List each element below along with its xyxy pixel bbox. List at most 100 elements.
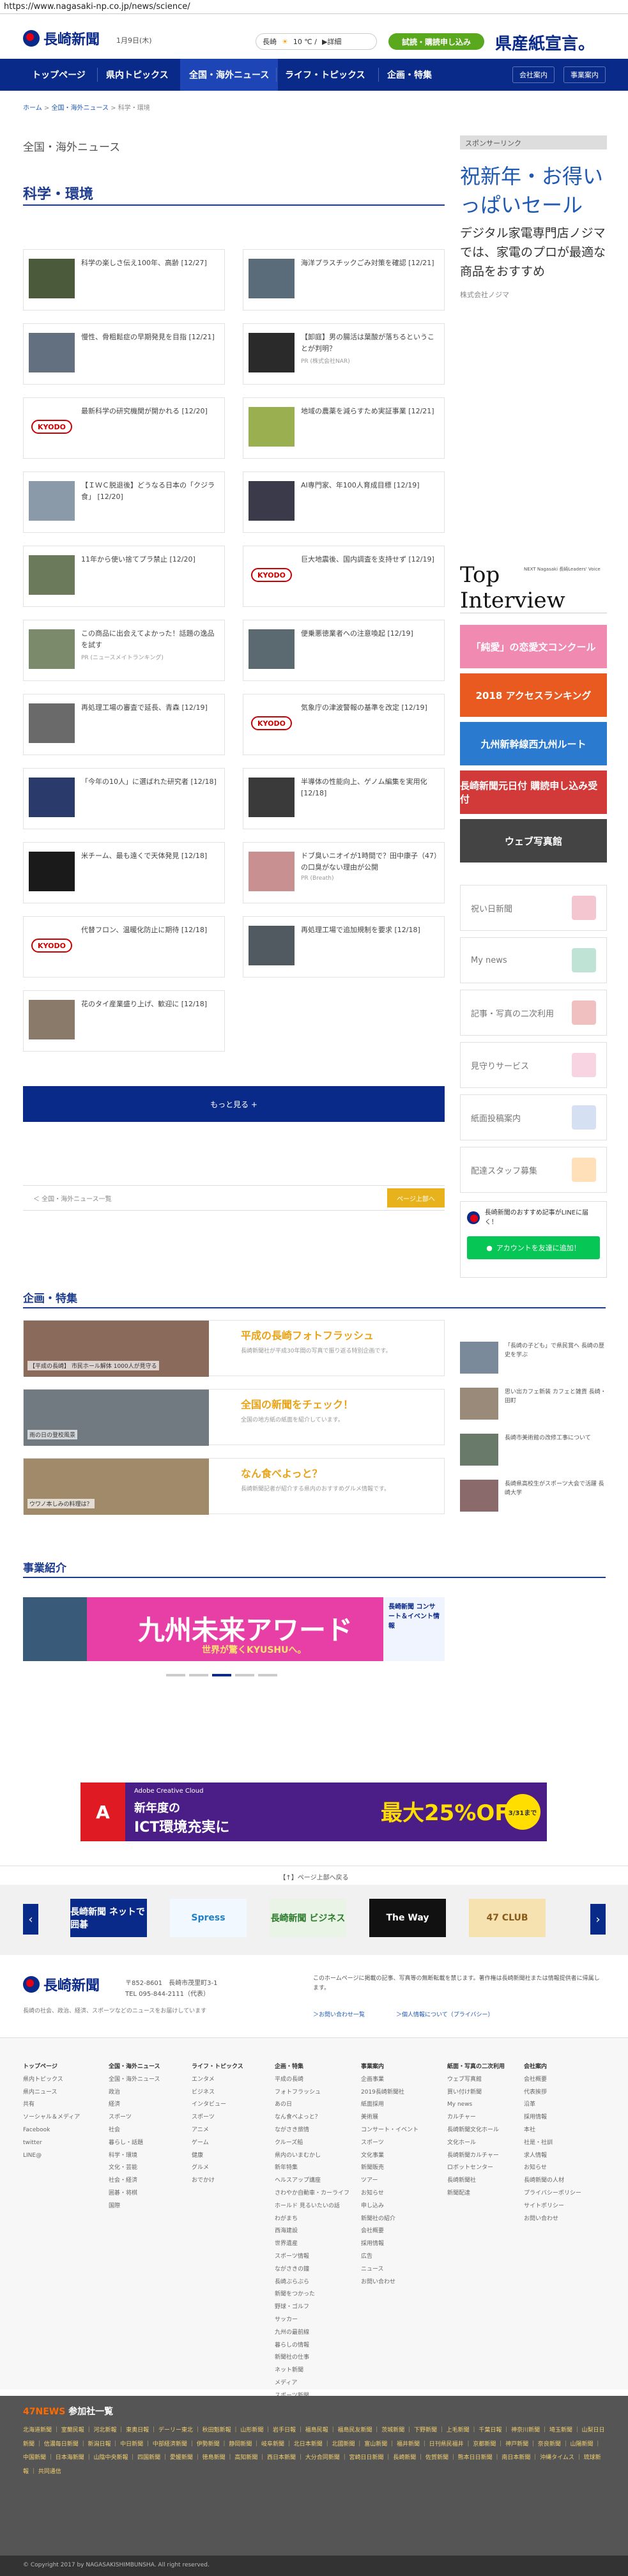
- feature-image[interactable]: 【平成の長崎】 市民ホール解体 1000人が見守る: [24, 1321, 209, 1377]
- feature-title[interactable]: なん食べよっと？: [241, 1465, 323, 1480]
- footer-link[interactable]: クルーズ船: [275, 2137, 349, 2150]
- footer-link[interactable]: 紙面採用: [361, 2099, 418, 2112]
- mini-thumbnail[interactable]: [460, 1342, 498, 1374]
- footer-link[interactable]: ツアー: [361, 2175, 418, 2188]
- sidebar-ad[interactable]: スポンサーリンク 祝新年・お得いっぱいセール デジタル家電専門店ノジマでは、家電…: [460, 135, 607, 300]
- footer-logo[interactable]: 長崎新聞: [23, 1974, 100, 1995]
- footer-link[interactable]: 平成の長崎: [275, 2074, 349, 2087]
- breadcrumb-home[interactable]: ホーム: [23, 105, 42, 112]
- footer-link[interactable]: 長崎新聞の人材: [524, 2175, 581, 2188]
- footer-link[interactable]: 新聞社の仕事: [275, 2352, 349, 2365]
- nav-life-topics[interactable]: ライフ・トピックス: [276, 59, 374, 91]
- article-thumbnail[interactable]: KYODO: [29, 926, 75, 965]
- footer-link[interactable]: 暮らしの情報: [275, 2340, 349, 2352]
- footer-link[interactable]: ながさきの鐘: [275, 2264, 349, 2276]
- footer-column-head[interactable]: 紙面・写真の二次利用: [447, 2061, 505, 2074]
- footer-link[interactable]: ネット新聞: [275, 2365, 349, 2377]
- partner-logo[interactable]: 長崎新聞 ビジネス: [270, 1899, 346, 1937]
- footer-link[interactable]: あの日: [275, 2099, 349, 2112]
- dot[interactable]: [166, 1674, 185, 1676]
- article-card[interactable]: ドブ臭いニオイが1時間で？田中康子（47）の口臭がない理由が公開 PR (Brea…: [243, 842, 445, 903]
- article-card[interactable]: 11年から使い捨てプラ禁止 [12/20]: [23, 546, 225, 607]
- footer-link[interactable]: 会社概要: [361, 2225, 418, 2238]
- mini-thumbnail[interactable]: [460, 1388, 498, 1420]
- article-title[interactable]: 慢性、骨粗鬆症の早期発見を目指 [12/21]: [81, 329, 215, 343]
- article-title[interactable]: 11年から使い捨てプラ禁止 [12/20]: [81, 551, 195, 565]
- footer-link[interactable]: 2019長崎新聞社: [361, 2087, 418, 2099]
- dot[interactable]: [189, 1674, 208, 1676]
- footer-link[interactable]: 買い付け新聞: [447, 2087, 505, 2099]
- footer-link[interactable]: ニュース: [361, 2264, 418, 2276]
- footer-link[interactable]: メディア: [275, 2377, 349, 2390]
- article-thumbnail[interactable]: [249, 852, 295, 891]
- article-card[interactable]: KYODO 巨大地震後、国内調査を支持せず [12/19]: [243, 546, 445, 607]
- footer-link[interactable]: 新聞配達: [447, 2188, 505, 2200]
- article-thumbnail[interactable]: [29, 1000, 75, 1039]
- header-banner[interactable]: 県産紙宣言。: [495, 31, 595, 54]
- article-thumbnail[interactable]: [29, 481, 75, 521]
- footer-link[interactable]: お問い合わせ: [524, 2213, 581, 2226]
- footer-link[interactable]: 新聞社の紹介: [361, 2213, 418, 2226]
- carousel-next-arrow-icon[interactable]: ›: [590, 1904, 606, 1935]
- ad-title[interactable]: 祝新年・お得いっぱいセール: [460, 162, 607, 220]
- article-card[interactable]: KYODO 代替フロン、温暖化防止に期待 [12/18]: [23, 916, 225, 977]
- award-banner[interactable]: 九州未来アワード 世界が驚くKYUSHUへ。 長崎新聞 コンサート＆イベント情報: [23, 1597, 445, 1661]
- footer-link[interactable]: ながさき旅情: [275, 2124, 349, 2137]
- footer-link[interactable]: 沿革: [524, 2099, 581, 2112]
- article-card[interactable]: 再処理工場の審査で延長、青森 [12/19]: [23, 694, 225, 755]
- footer-link[interactable]: 社会・経済: [109, 2175, 160, 2188]
- dot-active[interactable]: [212, 1674, 231, 1676]
- article-title[interactable]: 気象庁の津波警報の基準を改定 [12/19]: [301, 700, 427, 714]
- article-thumbnail[interactable]: [29, 703, 75, 743]
- sidebar-banner[interactable]: 九州新幹線西九州ルート: [460, 722, 607, 765]
- footer-link[interactable]: スポーツ: [361, 2137, 418, 2150]
- news47-logo[interactable]: 47NEWS: [23, 2407, 65, 2417]
- nav-local-topics[interactable]: 県内トピックス: [97, 59, 178, 91]
- article-card[interactable]: 米チーム、最も遠くで天体発見 [12/18]: [23, 842, 225, 903]
- footer-link[interactable]: インタビュー: [192, 2099, 243, 2112]
- footer-link[interactable]: 代表挨拶: [524, 2087, 581, 2099]
- footer-link[interactable]: 全国・海外ニュース: [109, 2074, 160, 2087]
- footer-privacy-link[interactable]: ＞個人情報について（プライバシー）: [396, 2010, 494, 2018]
- footer-link[interactable]: 長崎新聞カルチャー: [447, 2150, 505, 2163]
- footer-link[interactable]: スポーツ: [192, 2112, 243, 2124]
- footer-link[interactable]: さわやか自動車・カーライフ: [275, 2188, 349, 2200]
- footer-link[interactable]: ゲーム: [192, 2137, 243, 2150]
- footer-link[interactable]: 国際: [109, 2200, 160, 2213]
- article-title[interactable]: AI専門家、年100人育成目標 [12/19]: [301, 477, 420, 491]
- footer-column-head[interactable]: 全国・海外ニュース: [109, 2061, 160, 2074]
- article-thumbnail[interactable]: [29, 259, 75, 298]
- article-title[interactable]: 巨大地震後、国内調査を支持せず [12/19]: [301, 551, 434, 565]
- article-card[interactable]: 再処理工場で追加規制を要求 [12/18]: [243, 916, 445, 977]
- more-button[interactable]: もっと見る +: [23, 1086, 445, 1122]
- article-title[interactable]: 科学の楽しさ伝え100年、高齢 [12/27]: [81, 255, 207, 269]
- weather-widget[interactable]: 長崎 ☀ 10 ℃ / ▶詳細: [256, 33, 377, 50]
- mini-article-text[interactable]: 長崎市美術館の改修工事について: [505, 1434, 591, 1472]
- partner-logo[interactable]: The Way: [369, 1899, 446, 1937]
- article-card[interactable]: 慢性、骨粗鬆症の早期発見を目指 [12/21]: [23, 323, 225, 385]
- footer-link[interactable]: エンタメ: [192, 2074, 243, 2087]
- mini-article-text[interactable]: 長崎県高校生がスポーツ大会で活躍 長崎大学: [505, 1480, 607, 1518]
- sidebar-banner[interactable]: 長崎新聞元日付 購読申し込み受付: [460, 770, 607, 814]
- footer-link[interactable]: 文化・芸能: [109, 2162, 160, 2175]
- footer-link[interactable]: ロボットセンター: [447, 2162, 505, 2175]
- article-thumbnail[interactable]: [29, 333, 75, 372]
- nav-features[interactable]: 企画・特集: [378, 59, 441, 91]
- footer-link[interactable]: 広告: [361, 2251, 418, 2264]
- back-to-top-band[interactable]: 【↑】ページ上部へ戻る: [0, 1866, 628, 1885]
- article-thumbnail[interactable]: [29, 852, 75, 891]
- footer-link[interactable]: 囲碁・将棋: [109, 2188, 160, 2200]
- mini-article-text[interactable]: 思い出カフェ新装 カフェと雑貨 長崎・田町: [505, 1388, 607, 1426]
- article-thumbnail[interactable]: [249, 259, 295, 298]
- feature-row[interactable]: 雨の日の登校風景 全国の新聞をチェック！ 全国の地方紙の紙面を紹介しています。: [23, 1389, 445, 1446]
- back-to-list-link[interactable]: ＜ 全国・海外ニュース一覧: [33, 1193, 112, 1203]
- footer-column-head[interactable]: 企画・特集: [275, 2061, 349, 2074]
- footer-link[interactable]: 野球・ゴルフ: [275, 2301, 349, 2314]
- feature-row[interactable]: 【平成の長崎】 市民ホール解体 1000人が見守る 平成の長崎フォトフラッシュ 長崎…: [23, 1320, 445, 1377]
- article-card[interactable]: この商品に出会えてよかった！話題の逸品を試す PR (ニュースメイトランキング): [23, 620, 225, 681]
- sidebar-banner[interactable]: 「純愛」の恋愛文コンクール: [460, 625, 607, 668]
- footer-link[interactable]: なん食べよっと？: [275, 2112, 349, 2124]
- article-title[interactable]: 米チーム、最も遠くで天体発見 [12/18]: [81, 848, 207, 862]
- article-title[interactable]: 海洋プラスチックごみ対策を確認 [12/21]: [301, 255, 434, 269]
- mini-thumbnail[interactable]: [460, 1480, 498, 1512]
